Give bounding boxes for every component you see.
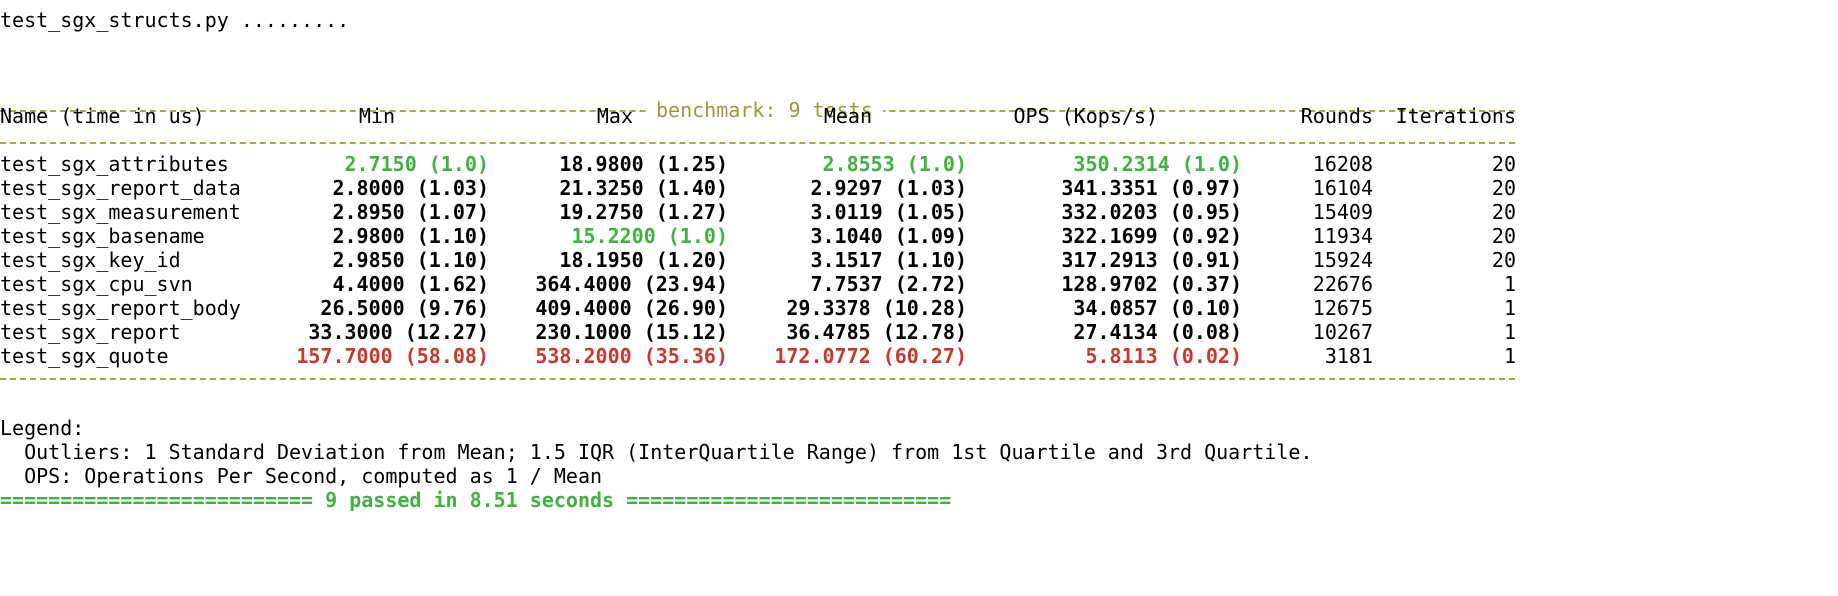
pytest-summary-footer: ========================== 9 passed in 8… [0, 488, 952, 512]
max-cell: 538.2000 (35.36) [535, 344, 728, 368]
column-header-max: Max [596, 104, 633, 128]
test-name-cell: test_sgx_quote [0, 344, 169, 368]
column-header-name: Name (time in us) [0, 104, 205, 128]
header-separator [0, 142, 1515, 144]
column-header-iterations: Iterations [1395, 104, 1516, 128]
min-cell: 157.7000 (58.08) [296, 344, 489, 368]
test-file-progress: test_sgx_structs.py ......... [0, 8, 350, 32]
mean-cell: 172.0772 (60.27) [774, 344, 967, 368]
column-header-ops: OPS (Kops/s) [1013, 104, 1159, 128]
column-header-rounds: Rounds [1300, 104, 1373, 128]
column-header-mean: Mean [823, 104, 872, 128]
ops-cell: 5.8113 (0.02) [1085, 344, 1242, 368]
column-header-min: Min [358, 104, 395, 128]
benchmark-separator-bottom [0, 378, 1515, 380]
iterations-cell: 1 [1503, 344, 1516, 368]
rounds-cell: 3181 [1324, 344, 1373, 368]
